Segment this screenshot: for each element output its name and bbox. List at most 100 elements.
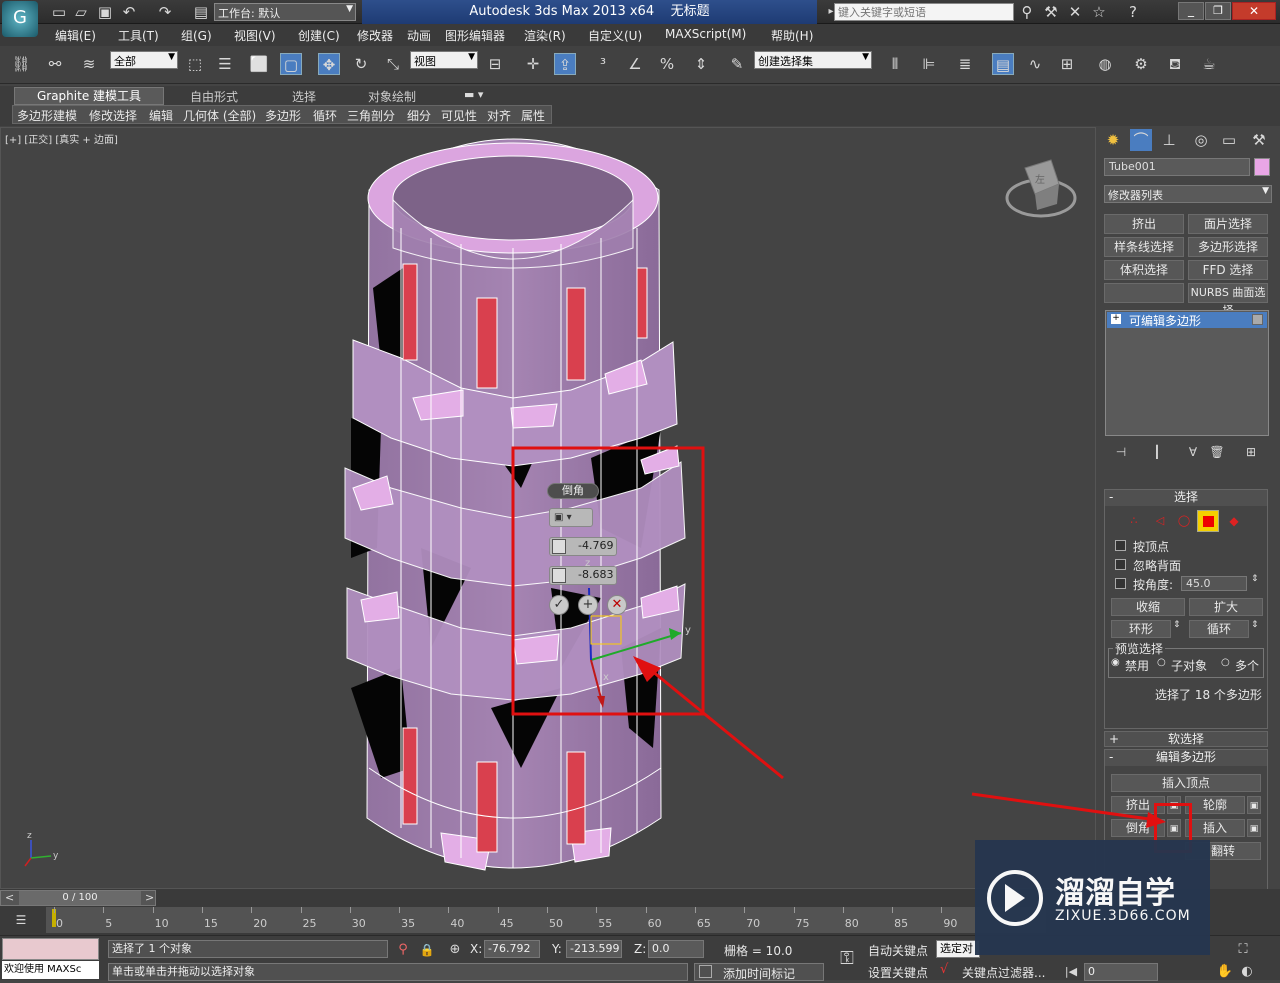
add-time-tag-field[interactable]: 添加时间标记 — [694, 963, 824, 981]
window-crossing-icon[interactable]: ▢ — [280, 53, 302, 75]
keyboard-shortcut-icon[interactable]: ⇪ — [554, 53, 576, 75]
menu-item-graph-editors[interactable]: 图形编辑器 — [445, 27, 505, 44]
percent-snap-icon[interactable]: % — [656, 53, 678, 75]
panel-subdivision[interactable]: 细分 — [407, 107, 431, 124]
modbtn-spline-select[interactable]: 样条线选择 — [1104, 237, 1184, 257]
menu-item-edit[interactable]: 编辑(E) — [55, 27, 96, 44]
maximize-button[interactable]: ❐ — [1205, 2, 1231, 20]
bevel-type-dropdown[interactable]: ▣ ▾ — [549, 508, 593, 527]
ribbon-options-icon[interactable]: ▬ ▾ — [464, 88, 483, 101]
workspace-dropdown[interactable]: 工作台: 默认 ▼ — [214, 3, 356, 21]
by-angle-checkbox[interactable] — [1115, 578, 1126, 589]
close-button[interactable]: ✕ — [1232, 2, 1276, 20]
menu-item-maxscript[interactable]: MAXScript(M) — [665, 27, 746, 41]
modbtn-ffd-select[interactable]: FFD 选择 — [1188, 260, 1268, 280]
menu-item-views[interactable]: 视图(V) — [234, 27, 276, 44]
key-filters-button[interactable]: 关键点过滤器... — [962, 964, 1045, 981]
menu-item-animation[interactable]: 动画 — [407, 27, 431, 44]
select-by-name-icon[interactable]: ☰ — [214, 53, 236, 75]
edit-named-selection-icon[interactable]: ✎ — [726, 53, 748, 75]
redo-icon[interactable]: ↷ — [154, 1, 176, 23]
grow-button[interactable]: 扩大 — [1189, 598, 1263, 616]
layer-manager-icon[interactable]: ≣ — [954, 53, 976, 75]
viewport-front[interactable]: [+] [正交] [真实 + 边面] z y x z y 左 倒角 ▣ ▾ -4… — [0, 127, 1096, 889]
polygon-mode-icon[interactable] — [1197, 510, 1219, 532]
configure-sets-icon[interactable]: ⊞ — [1240, 441, 1262, 463]
angle-spinner-icon[interactable]: ⇕ — [1251, 574, 1259, 584]
panel-polygon-modeling[interactable]: 多边形建模 — [17, 107, 77, 124]
inset-settings-icon[interactable]: ▣ — [1247, 819, 1261, 837]
bevel-outline-field[interactable]: -8.683 — [549, 566, 617, 585]
ribbon-tab-selection[interactable]: 选择 — [292, 88, 316, 105]
panel-loops[interactable]: 循环 — [313, 107, 337, 124]
panel-triangulation[interactable]: 三角剖分 — [347, 107, 395, 124]
remove-modifier-icon[interactable]: 🗑 — [1206, 441, 1228, 463]
caddy-cancel-button[interactable]: ✕ — [607, 595, 627, 615]
current-frame-field[interactable]: 0 — [1084, 963, 1158, 981]
show-end-result-icon[interactable]: ┃ — [1146, 441, 1168, 463]
bind-spacewarp-icon[interactable]: ≋ — [78, 53, 100, 75]
menu-item-customize[interactable]: 自定义(U) — [588, 27, 642, 44]
favorites-star-icon[interactable]: ☆ — [1088, 1, 1110, 23]
hierarchy-tab-icon[interactable]: ⊥ — [1158, 129, 1180, 151]
modbtn-volume-select[interactable]: 体积选择 — [1104, 260, 1184, 280]
panel-modify-selection[interactable]: 修改选择 — [89, 107, 137, 124]
panel-geometry-all[interactable]: 几何体 (全部) — [183, 107, 256, 124]
isolate-icon[interactable]: ⚲ — [392, 939, 414, 961]
next-frame-icon[interactable]: > — [145, 891, 154, 904]
radio-disabled-icon[interactable]: ◉ — [1111, 657, 1120, 668]
search-input[interactable] — [834, 3, 1014, 21]
modifier-list-dropdown[interactable]: 修改器列表 ▼ — [1104, 185, 1272, 203]
caddy-apply-button[interactable]: + — [578, 595, 598, 615]
named-selection-dropdown[interactable]: 创建选择集 ▼ — [754, 51, 872, 69]
pin-stack-icon[interactable]: ⊣ — [1110, 441, 1132, 463]
ring-button[interactable]: 环形 — [1111, 620, 1171, 638]
minimize-button[interactable]: _ — [1178, 2, 1204, 20]
z-coord-field[interactable]: 0.0 — [648, 940, 704, 958]
shrink-button[interactable]: 收缩 — [1111, 598, 1185, 616]
schematic-view-icon[interactable]: ⊞ — [1056, 53, 1078, 75]
make-unique-icon[interactable]: ∀ — [1182, 441, 1204, 463]
pivot-center-icon[interactable]: ⊟ — [484, 53, 506, 75]
link-icon[interactable]: ⛓ — [10, 53, 32, 75]
modify-tab-icon[interactable]: ⌒ — [1130, 129, 1152, 151]
vertex-mode-icon[interactable]: ∴ — [1123, 510, 1145, 532]
element-mode-icon[interactable]: ◆ — [1223, 510, 1245, 532]
material-editor-icon[interactable]: ◍ — [1094, 53, 1116, 75]
menu-item-modifiers[interactable]: 修改器 — [357, 27, 393, 44]
radio-multi-icon[interactable]: ○ — [1221, 657, 1230, 668]
set-key-mode-icon[interactable]: ⚿ — [836, 948, 858, 970]
border-mode-icon[interactable]: ◯ — [1173, 510, 1195, 532]
rendered-frame-icon[interactable]: ⛾ — [1164, 53, 1186, 75]
object-color-swatch[interactable] — [1254, 158, 1270, 176]
expand-plus-icon[interactable]: + — [1111, 314, 1121, 324]
display-tab-icon[interactable]: ▭ — [1218, 129, 1240, 151]
radio-subobject-icon[interactable]: ○ — [1157, 657, 1166, 668]
auto-key-button[interactable]: 自动关键点 — [868, 942, 928, 959]
menu-item-rendering[interactable]: 渲染(R) — [524, 27, 566, 44]
ref-coord-dropdown[interactable]: 视图 ▼ — [410, 51, 478, 69]
move-icon[interactable]: ✥ — [318, 53, 340, 75]
undo-icon[interactable]: ↶ — [118, 1, 140, 23]
panel-visibility[interactable]: 可见性 — [441, 107, 477, 124]
select-object-icon[interactable]: ⬚ — [184, 53, 206, 75]
track-filter-icon[interactable]: ☰ — [10, 909, 32, 931]
soft-selection-rollout[interactable]: + 软选择 — [1104, 731, 1268, 747]
time-slider[interactable]: < 0 / 100 > — [0, 890, 156, 906]
menu-item-help[interactable]: 帮助(H) — [771, 27, 813, 44]
render-teapot-icon[interactable]: ☕ — [1198, 53, 1220, 75]
ring-spinner-icon[interactable]: ⇕ — [1173, 620, 1181, 630]
caddy-ok-button[interactable]: ✓ — [549, 595, 569, 615]
modbtn-patch-select[interactable]: 面片选择 — [1188, 214, 1268, 234]
panel-edit[interactable]: 编辑 — [149, 107, 173, 124]
select-manipulate-icon[interactable]: ✛ — [522, 53, 544, 75]
track-bar[interactable]: 0 5 10 15 20 25 30 35 40 45 50 55 60 65 70 75 80 85 90 — [46, 907, 1046, 933]
stack-item-toggle-icon[interactable] — [1252, 314, 1263, 325]
app-logo-icon[interactable]: G — [2, 1, 38, 37]
ribbon-tab-object-paint[interactable]: 对象绘制 — [368, 88, 416, 105]
edit-polygons-header[interactable]: - 编辑多边形 — [1105, 750, 1267, 766]
menu-item-group[interactable]: 组(G) — [181, 27, 212, 44]
unlink-icon[interactable]: ⚯ — [44, 53, 66, 75]
render-setup-icon[interactable]: ⚙ — [1130, 53, 1152, 75]
create-tab-icon[interactable]: ✹ — [1102, 129, 1124, 151]
